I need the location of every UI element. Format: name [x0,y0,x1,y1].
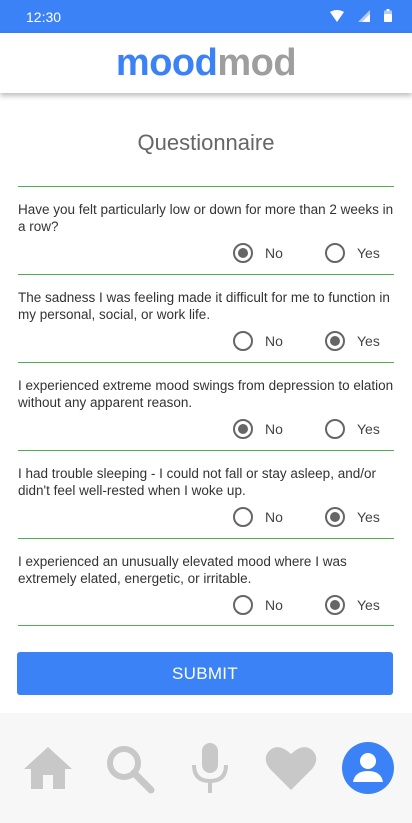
radio-yes[interactable] [325,243,345,263]
option-yes-label: Yes [357,597,380,613]
radio-no[interactable] [233,507,253,527]
heart-icon [265,747,317,790]
option-yes-label: Yes [357,421,380,437]
option-no[interactable]: No [233,243,283,263]
radio-yes[interactable] [325,419,345,439]
option-yes[interactable]: Yes [325,419,380,439]
option-no[interactable]: No [233,507,283,527]
wifi-icon [330,9,344,25]
radio-no[interactable] [233,331,253,351]
option-yes-label: Yes [357,509,380,525]
profile-icon [352,753,383,782]
nav-microphone[interactable] [180,738,240,798]
option-no[interactable]: No [233,419,283,439]
option-no-label: No [265,333,283,349]
question-item: I had trouble sleeping - I could not fal… [18,450,394,538]
question-item: I experienced an unusually elevated mood… [18,538,394,626]
radio-no[interactable] [233,419,253,439]
question-text: I experienced an unusually elevated mood… [18,554,347,586]
radio-yes[interactable] [325,595,345,615]
option-yes-label: Yes [357,245,380,261]
option-yes-label: Yes [357,333,380,349]
bottom-nav [0,713,412,823]
home-icon [24,747,73,789]
microphone-icon [191,743,228,793]
option-yes[interactable]: Yes [325,595,380,615]
nav-search[interactable] [99,738,159,798]
radio-no[interactable] [233,595,253,615]
question-item: Have you felt particularly low or down f… [18,186,394,274]
signal-icon [358,9,370,25]
option-yes[interactable]: Yes [325,243,380,263]
question-item: The sadness I was feeling made it diffic… [18,274,394,362]
question-item: I experienced extreme mood swings from d… [18,362,394,450]
submit-button[interactable]: SUBMIT [17,652,393,695]
status-icons [330,8,392,25]
nav-favorites[interactable] [261,738,321,798]
option-yes[interactable]: Yes [325,331,380,351]
nav-home[interactable] [18,738,78,798]
app-header: moodmod [0,33,412,93]
search-icon [107,746,155,794]
question-text: The sadness I was feeling made it diffic… [18,290,390,322]
page-title: Questionnaire [137,130,275,155]
question-text: I had trouble sleeping - I could not fal… [18,466,376,498]
option-no[interactable]: No [233,595,283,615]
option-no-label: No [265,245,283,261]
radio-no[interactable] [233,243,253,263]
radio-yes[interactable] [325,331,345,351]
battery-icon [384,8,392,25]
question-list: Have you felt particularly low or down f… [18,186,394,626]
question-text: I experienced extreme mood swings from d… [18,378,394,410]
question-text: Have you felt particularly low or down f… [18,202,394,234]
logo-part-mood: mood [115,41,218,84]
option-no[interactable]: No [233,331,283,351]
radio-yes[interactable] [325,507,345,527]
status-time: 12:30 [26,8,62,25]
option-no-label: No [265,597,283,613]
option-no-label: No [265,421,283,437]
status-bar: 12:30 [0,0,412,33]
app-logo: moodmod [115,41,297,85]
option-no-label: No [265,509,283,525]
option-yes[interactable]: Yes [325,507,380,527]
nav-profile[interactable] [341,742,394,794]
logo-part-mod: mod [217,41,297,84]
